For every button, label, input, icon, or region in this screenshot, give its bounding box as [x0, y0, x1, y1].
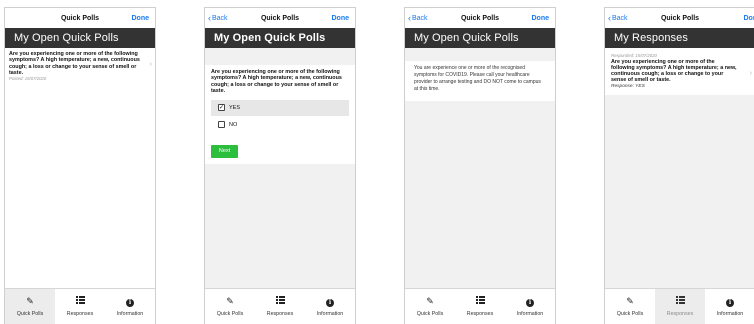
tab-bar: ✎ Quick Polls Responses i Information [205, 288, 355, 324]
edit-icon: ✎ [626, 296, 634, 306]
tab-label: Responses [466, 311, 494, 317]
checkbox-checked-icon[interactable]: ✓ [218, 104, 225, 112]
tab-label: Quick Polls [16, 311, 44, 317]
tab-quick-polls[interactable]: ✎ Quick Polls [605, 289, 655, 324]
back-button[interactable]: ‹ Back [408, 8, 428, 28]
tab-bar: ✎ Quick Polls Responses i Information [605, 288, 754, 324]
list-icon [275, 296, 285, 307]
checkbox-icon[interactable] [218, 121, 225, 129]
next-button[interactable]: Next [211, 144, 238, 158]
done-button[interactable]: Done [532, 8, 550, 28]
info-icon: i [526, 296, 534, 307]
edit-icon: ✎ [26, 296, 34, 306]
content-area: Are you experiencing one or more of the … [5, 48, 155, 288]
nav-title: Quick Polls [660, 14, 700, 22]
back-button[interactable]: ‹ Back [608, 8, 628, 28]
tab-responses[interactable]: Responses [655, 289, 705, 324]
page-title: My Open Quick Polls [414, 32, 519, 44]
content-area: You are experience one or more of the re… [405, 48, 555, 288]
chevron-right-icon: › [149, 61, 152, 68]
done-button[interactable]: Done [744, 8, 754, 28]
tab-quick-polls[interactable]: ✎ Quick Polls [205, 289, 255, 324]
chevron-left-icon: ‹ [208, 12, 211, 23]
info-icon: i [326, 296, 334, 307]
tab-label: Quick Polls [216, 311, 244, 317]
list-icon [75, 296, 85, 307]
section-header: My Open Quick Polls [405, 28, 555, 48]
back-label: Back [612, 14, 628, 22]
poll-question: Are you experiencing one or more of the … [211, 69, 342, 95]
info-icon: i [126, 296, 134, 307]
content-area: Responded: 15/07/2020 Are you experienci… [605, 48, 754, 288]
response-list-item[interactable]: Responded: 15/07/2020 Are you experienci… [605, 48, 754, 95]
screen-my-responses: ‹Back Quick Polls Done My Responses Resp… [604, 7, 754, 324]
tab-information[interactable]: i Information [705, 289, 754, 324]
edit-icon: ✎ [226, 296, 234, 306]
screen-poll-question: ‹ Back Quick Polls Done My Open Quick Pol… [204, 7, 356, 324]
tab-responses[interactable]: Responses [55, 289, 105, 324]
back-button[interactable]: ‹ Back [208, 8, 228, 28]
tab-label: Quick Polls [616, 311, 644, 317]
chevron-left-icon: ‹ [408, 12, 411, 23]
nav-bar: Quick Polls Done [5, 8, 155, 28]
tab-label: Information [716, 311, 744, 317]
result-message-card: You are experience one or more of the re… [405, 61, 555, 101]
tab-label: Quick Polls [416, 311, 444, 317]
tab-responses[interactable]: Responses [455, 289, 505, 324]
nav-bar: ‹Back Quick Polls Done [605, 8, 754, 28]
tab-information[interactable]: i Information [505, 289, 555, 324]
chevron-left-icon: ‹ [608, 12, 611, 23]
tab-label: Responses [266, 311, 294, 317]
tab-responses[interactable]: Responses [255, 289, 305, 324]
list-icon [475, 296, 485, 307]
tab-label: Responses [666, 311, 694, 317]
screen-poll-result: ‹ Back Quick Polls Done My Open Quick Pol… [404, 7, 556, 324]
info-icon: i [726, 296, 734, 307]
tab-bar: ✎ Quick Polls Responses i Information [405, 288, 555, 324]
section-header: My Open Quick Polls [5, 28, 155, 48]
nav-title: Quick Polls [460, 14, 500, 22]
poll-question: Are you experiencing one or more of the … [611, 58, 737, 84]
edit-icon: ✎ [426, 296, 434, 306]
poll-card: Are you experiencing one or more of the … [205, 65, 355, 164]
done-button[interactable]: Done [132, 8, 150, 28]
chevron-right-icon: › [749, 70, 752, 77]
tab-label: Information [316, 311, 344, 317]
done-button[interactable]: Done [332, 8, 350, 28]
option-yes[interactable]: ✓ YES [211, 99, 349, 116]
tab-quick-polls[interactable]: ✎ Quick Polls [405, 289, 455, 324]
result-message: You are experience one or more of the re… [414, 65, 541, 92]
tab-label: Information [516, 311, 544, 317]
section-header: My Open Quick Polls [205, 28, 355, 48]
tab-information[interactable]: i Information [105, 289, 155, 324]
tab-label: Responses [66, 311, 94, 317]
page-title: My Open Quick Polls [214, 32, 326, 44]
nav-bar: ‹Back Quick Polls Done [205, 8, 355, 28]
back-label: Back [212, 14, 228, 22]
response-value: Response: YES [611, 83, 645, 89]
tab-information[interactable]: i Information [305, 289, 355, 324]
content-area: Are you experiencing one or more of the … [205, 48, 355, 288]
page-title: My Responses [614, 32, 688, 44]
poll-posted-date: Posted: 15/07/2020 [9, 76, 47, 82]
poll-question: Are you experiencing one or more of the … [9, 51, 140, 76]
nav-bar: ‹Back Quick Polls Done [405, 8, 555, 28]
option-no[interactable]: NO [211, 117, 349, 133]
poll-list-item[interactable]: Are you experiencing one or more of the … [5, 48, 155, 85]
tab-label: Information [116, 311, 144, 317]
page-title: My Open Quick Polls [14, 32, 119, 44]
nav-title: Quick Polls [260, 14, 300, 22]
list-icon [675, 296, 685, 307]
back-label: Back [412, 14, 428, 22]
tab-bar: ✎ Quick Polls Responses i Information [5, 288, 155, 324]
tab-quick-polls[interactable]: ✎ Quick Polls [5, 289, 55, 324]
option-label: YES [229, 104, 241, 111]
nav-title: Quick Polls [60, 14, 100, 22]
section-header: My Responses [605, 28, 754, 48]
screen-open-polls: Quick Polls Done My Open Quick Polls Are… [4, 7, 156, 324]
option-label: NO [229, 121, 238, 128]
